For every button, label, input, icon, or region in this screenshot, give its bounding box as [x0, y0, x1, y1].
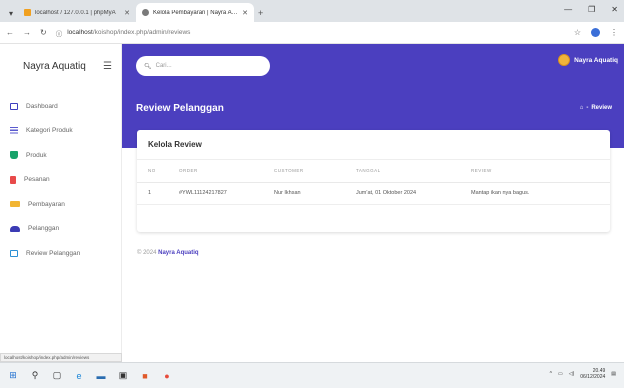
network-icon[interactable]: ▭ — [558, 371, 563, 377]
sidebar-item-label: Produk — [26, 151, 47, 159]
tray-chevron-icon[interactable]: ^ — [550, 371, 552, 377]
footer-brand[interactable]: Nayra Aquatiq — [158, 250, 198, 256]
menu-toggle-icon[interactable]: ☰ — [103, 61, 112, 72]
sidebar-item-dashboard[interactable]: Dashboard — [0, 94, 121, 119]
file-icon — [10, 175, 16, 184]
sidebar-item-kategori-produk[interactable]: Kategori Produk — [0, 119, 121, 144]
tab-title: Kelola Pembayaran | Nayra Aqu — [153, 9, 239, 16]
edit-icon — [10, 249, 18, 257]
cell-no: 1 — [137, 182, 179, 205]
column-header-order: ORDER — [179, 160, 274, 183]
profile-icon[interactable] — [591, 28, 600, 37]
money-icon — [10, 201, 20, 208]
chrome-icon[interactable]: ● — [162, 371, 172, 381]
windows-taskbar: ⊞ ⚲ ▢ e ▬ ▣ ■ ● ^ ▭ ◁) 20.49 06/12/2024 … — [0, 362, 624, 388]
window-controls: — ❐ ✕ — [564, 5, 618, 14]
volume-icon[interactable]: ◁) — [569, 371, 575, 377]
brand-name[interactable]: Nayra Aquatiq — [23, 61, 86, 72]
search-taskbar-icon[interactable]: ⚲ — [30, 370, 40, 381]
url-host: localhost — [67, 29, 93, 36]
sidebar-brand: Nayra Aquatiq ☰ — [0, 44, 121, 88]
search-placeholder: Cari... — [155, 63, 172, 69]
minimize-icon[interactable]: — — [564, 5, 572, 14]
sidebar-item-label: Pelanggan — [28, 225, 60, 233]
review-card: Kelola Review NO ORDER CUSTOMER TANGGAL … — [137, 130, 610, 232]
user-name: Nayra Aquatiq — [574, 56, 618, 64]
footer: © 2024 Nayra Aquatiq — [137, 250, 199, 256]
column-header-review: REVIEW — [471, 160, 610, 183]
page-title: Review Pelanggan — [136, 103, 224, 114]
system-tray: ^ ▭ ◁) 20.49 06/12/2024 ▤ — [550, 368, 616, 380]
close-tab-icon[interactable]: ✕ — [124, 9, 130, 17]
top-navbar: 🔍︎ Cari... Nayra Aquatiq — [122, 44, 624, 88]
sidebar-item-produk[interactable]: Produk — [0, 143, 121, 168]
clock-date: 06/12/2024 — [580, 374, 606, 380]
site-favicon-icon — [142, 9, 149, 16]
avatar — [558, 54, 571, 66]
sidebar-item-label: Kategori Produk — [26, 127, 73, 135]
breadcrumb-current: Review — [591, 105, 612, 111]
new-tab-button[interactable]: + — [258, 4, 263, 22]
browser-tab-strip: ▾ localhost / 127.0.0.1 | phpMyA ✕ Kelol… — [0, 0, 624, 22]
tab-title: localhost / 127.0.0.1 | phpMyA — [35, 9, 116, 16]
sidebar-item-label: Dashboard — [26, 102, 58, 110]
breadcrumb: ⌂ - Review — [580, 105, 612, 111]
notifications-icon[interactable]: ▤ — [611, 371, 616, 377]
windows-start-icon[interactable]: ⊞ — [8, 370, 18, 381]
url-path: /koishop/index.php/admin/reviews — [92, 29, 191, 36]
edge-icon[interactable]: e — [74, 371, 84, 381]
list-icon — [10, 126, 18, 135]
address-bar: ← → ↻ ⓘ localhost/koishop/index.php/admi… — [0, 22, 624, 44]
footer-copyright: © 2024 — [137, 250, 157, 256]
cell-order: #YWL11124217827 — [179, 182, 274, 205]
cell-customer: Nur Ikhsan — [274, 182, 356, 205]
search-input[interactable]: 🔍︎ Cari... — [136, 56, 270, 76]
browser-tab-kelola-pembayaran[interactable]: Kelola Pembayaran | Nayra Aqu ✕ — [136, 3, 254, 22]
site-info-icon[interactable]: ⓘ — [56, 28, 63, 38]
sidebar: Nayra Aquatiq ☰ Dashboard Kategori Produ… — [0, 44, 122, 362]
table-header-row: NO ORDER CUSTOMER TANGGAL REVIEW — [137, 160, 610, 183]
user-menu[interactable]: Nayra Aquatiq — [558, 54, 618, 66]
monitor-icon — [10, 102, 18, 110]
users-icon — [10, 225, 20, 232]
status-bar-url: localhost/koishop/index.php/admin/review… — [0, 353, 122, 362]
cell-review: Mantap ikan nya bagus. — [471, 182, 610, 205]
sidebar-item-review-pelanggan[interactable]: Review Pelanggan — [0, 241, 121, 266]
forward-icon[interactable]: → — [23, 28, 31, 37]
sidebar-item-pelanggan[interactable]: Pelanggan — [0, 217, 121, 242]
search-icon: 🔍︎ — [144, 63, 152, 70]
file-explorer-icon[interactable]: ▬ — [96, 371, 106, 381]
column-header-customer: CUSTOMER — [274, 160, 356, 183]
close-window-icon[interactable]: ✕ — [611, 5, 618, 14]
clock[interactable]: 20.49 06/12/2024 — [580, 368, 605, 380]
cell-tanggal: Jum'at, 01 Oktober 2024 — [356, 182, 471, 205]
column-header-tanggal: TANGGAL — [356, 160, 471, 183]
url-field[interactable]: ⓘ localhost/koishop/index.php/admin/revi… — [56, 28, 191, 38]
sidebar-item-label: Pesanan — [24, 176, 50, 184]
column-header-no: NO — [137, 160, 179, 183]
maximize-icon[interactable]: ❐ — [588, 5, 595, 14]
reload-icon[interactable]: ↻ — [40, 28, 47, 37]
sidebar-menu: Dashboard Kategori Produk Produk Pesanan… — [0, 88, 121, 266]
sidebar-item-label: Pembayaran — [28, 200, 65, 208]
sidebar-item-label: Review Pelanggan — [26, 249, 81, 257]
office-icon[interactable]: ■ — [140, 371, 150, 381]
reviews-table: NO ORDER CUSTOMER TANGGAL REVIEW 1 #YWL1… — [137, 160, 610, 205]
browser-menu-icon[interactable]: ⋮ — [610, 28, 618, 37]
tab-search-icon[interactable]: ▾ — [4, 4, 18, 22]
sidebar-item-pembayaran[interactable]: Pembayaran — [0, 192, 121, 217]
breadcrumb-separator: - — [586, 105, 589, 111]
browser-tab-phpmyadmin[interactable]: localhost / 127.0.0.1 | phpMyA ✕ — [18, 3, 136, 22]
phpmyadmin-favicon-icon — [24, 9, 31, 16]
sidebar-item-pesanan[interactable]: Pesanan — [0, 168, 121, 193]
store-icon[interactable]: ▣ — [118, 370, 128, 381]
close-tab-icon[interactable]: ✕ — [242, 9, 248, 17]
bookmark-star-icon[interactable]: ☆ — [574, 28, 581, 37]
cart-icon — [10, 151, 18, 160]
back-icon[interactable]: ← — [6, 28, 14, 37]
home-icon[interactable]: ⌂ — [580, 105, 584, 111]
card-title: Kelola Review — [137, 130, 610, 160]
task-view-icon[interactable]: ▢ — [52, 370, 62, 381]
table-row[interactable]: 1 #YWL11124217827 Nur Ikhsan Jum'at, 01 … — [137, 182, 610, 205]
